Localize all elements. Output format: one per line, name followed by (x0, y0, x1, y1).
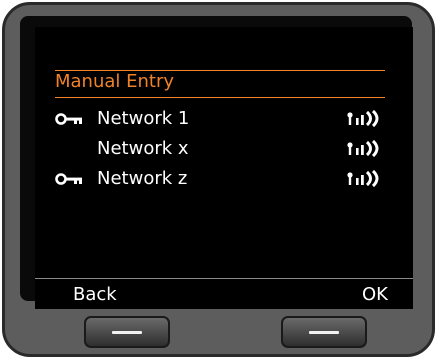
left-softkey-button[interactable] (84, 316, 170, 348)
key-icon (55, 173, 82, 185)
network-name: Network x (97, 138, 189, 159)
signal-strength-icon (347, 139, 379, 158)
menu-item-manual-entry[interactable]: Manual Entry (55, 71, 385, 93)
network-list-item[interactable]: Network z (35, 165, 413, 193)
network-name: Network z (97, 168, 188, 189)
softkey-bar: Back OK (35, 278, 413, 309)
network-list-item[interactable]: Network x (35, 135, 413, 163)
display-screen: Manual Entry Network 1 Network x Network… (35, 27, 413, 309)
network-list-item[interactable]: Network 1 (35, 105, 413, 133)
back-softkey-label[interactable]: Back (73, 283, 117, 307)
ok-softkey-label[interactable]: OK (362, 283, 388, 307)
status-bar (35, 27, 413, 62)
key-icon (55, 113, 82, 125)
right-softkey-button[interactable] (281, 316, 367, 348)
title-divider-bottom (55, 97, 385, 98)
signal-strength-icon (347, 169, 379, 188)
network-name: Network 1 (97, 108, 190, 129)
signal-strength-icon (347, 109, 379, 128)
